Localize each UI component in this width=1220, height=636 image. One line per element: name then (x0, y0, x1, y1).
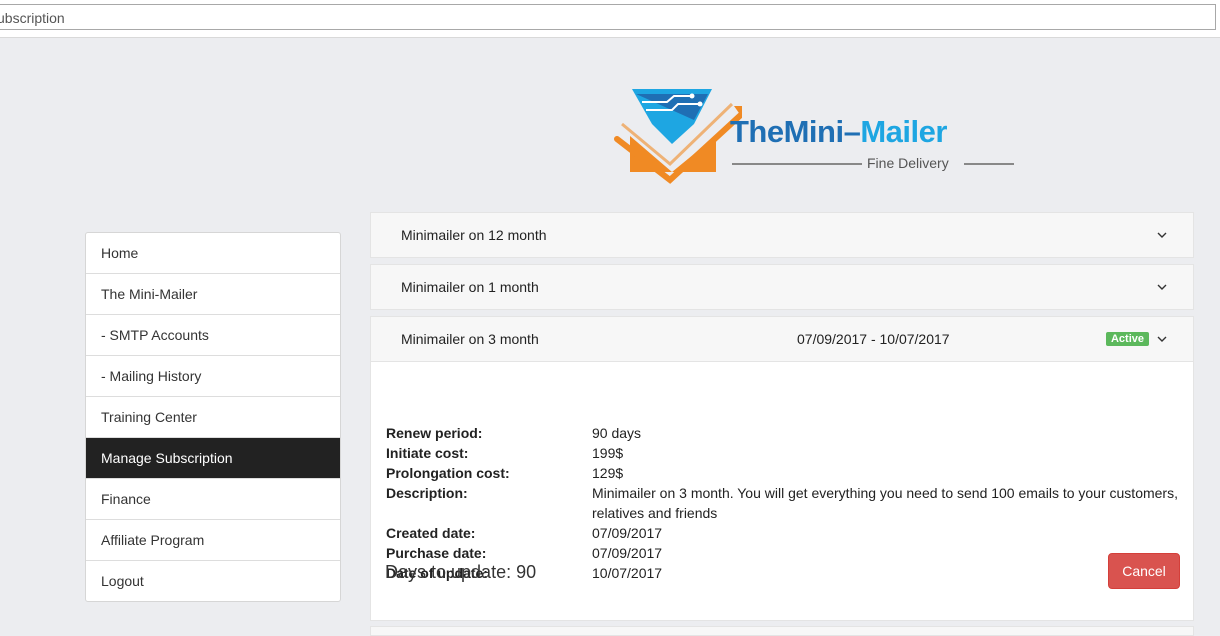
sidebar-item-logout[interactable]: Logout (86, 561, 340, 601)
chevron-down-icon[interactable] (1157, 265, 1167, 309)
chevron-down-icon[interactable] (1157, 213, 1167, 257)
detail-label: Renew period: (386, 425, 483, 441)
chevron-down-icon[interactable] (1157, 317, 1167, 361)
site-logo[interactable]: TheMini–Mailer Fine Delivery (612, 84, 1022, 184)
detail-label: Created date: (386, 525, 476, 541)
sidebar-item-smtp-accounts[interactable]: - SMTP Accounts (86, 315, 340, 356)
subscription-title: Minimailer on 3 month (401, 331, 539, 347)
logo-line-left (732, 163, 862, 165)
mailer-logo-icon (614, 89, 742, 184)
sidebar-item-mailing-history[interactable]: - Mailing History (86, 356, 340, 397)
detail-value: 199$ (592, 445, 624, 461)
subscription-header[interactable]: Minimailer on 12 month (371, 213, 1193, 257)
sidebar-item-manage-subscription[interactable]: Manage Subscription (86, 438, 340, 479)
detail-label: Description: (386, 485, 468, 501)
subscription-dates: 07/09/2017 - 10/07/2017 (797, 331, 950, 347)
sidebar-item-finance[interactable]: Finance (86, 479, 340, 520)
address-bar[interactable]: ubscription (0, 4, 1216, 30)
subscription-header[interactable]: Minimailer on 3 month 07/09/2017 - 10/07… (371, 317, 1193, 361)
subscription-panel-1-month: Minimailer on 1 month (370, 264, 1194, 310)
logo-text-dash: – (843, 114, 861, 149)
detail-value: 10/07/2017 (592, 565, 663, 581)
logo-text-part1: TheMini (730, 114, 844, 149)
address-text: ubscription (0, 10, 65, 26)
subscription-details: Renew period: 90 days Initiate cost: 199… (371, 361, 1193, 620)
cancel-button[interactable]: Cancel (1108, 553, 1180, 589)
logo-line-right (964, 163, 1014, 165)
sidebar-item-home[interactable]: Home (86, 233, 340, 274)
sidebar-item-the-mini-mailer[interactable]: The Mini-Mailer (86, 274, 340, 315)
detail-label: Date of update: (386, 565, 488, 581)
subscription-panel-next[interactable] (370, 626, 1194, 636)
subscription-header[interactable]: Minimailer on 1 month (371, 265, 1193, 309)
detail-value: 07/09/2017 (592, 525, 663, 541)
subscription-panel-3-month: Minimailer on 3 month 07/09/2017 - 10/07… (370, 316, 1194, 621)
detail-value: 07/09/2017 (592, 545, 663, 561)
detail-label: Initiate cost: (386, 445, 469, 461)
logo-tagline: Fine Delivery (867, 155, 949, 171)
logo-text-part2: Mailer (860, 114, 947, 149)
detail-value: 129$ (592, 465, 624, 481)
detail-label: Purchase date: (386, 545, 487, 561)
detail-value: 90 days (592, 425, 642, 441)
subscription-title: Minimailer on 1 month (401, 279, 539, 295)
logo-wordmark: TheMini–Mailer (730, 114, 947, 150)
sidebar-nav: Home The Mini-Mailer - SMTP Accounts - M… (85, 232, 341, 602)
detail-label: Prolongation cost: (386, 465, 510, 481)
browser-toolbar: ubscription (0, 0, 1220, 38)
sidebar-item-affiliate-program[interactable]: Affiliate Program (86, 520, 340, 561)
status-badge: Active (1105, 332, 1149, 346)
subscription-panel-12-month: Minimailer on 12 month (370, 212, 1194, 258)
detail-value: Minimailer on 3 month. You will get ever… (592, 485, 1178, 521)
subscription-title: Minimailer on 12 month (401, 227, 547, 243)
sidebar-item-training-center[interactable]: Training Center (86, 397, 340, 438)
